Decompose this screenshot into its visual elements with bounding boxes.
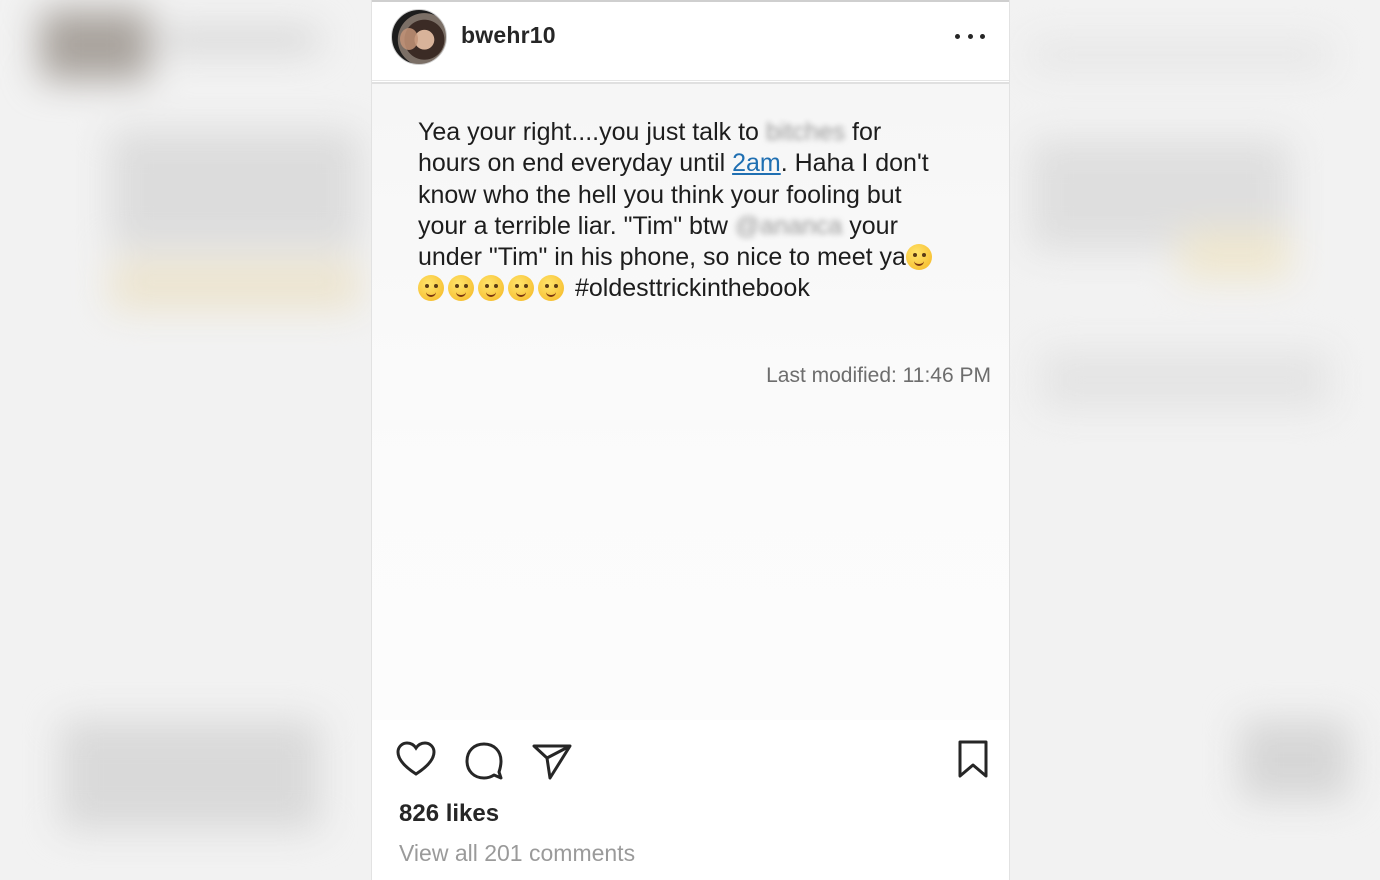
note-screenshot: Yea your right....you just talk to bitch… [372, 82, 1009, 720]
blurred-handle: @ananca [734, 211, 843, 240]
more-options-icon[interactable] [955, 24, 985, 48]
screenshot-stage: bwehr10 Yea your right....you just talk … [0, 0, 1380, 880]
laughing-emoji-icon [478, 275, 504, 302]
kissing-emoji-icon [538, 275, 564, 302]
time-link[interactable]: 2am [732, 149, 781, 177]
winking-emoji-icon [418, 275, 444, 302]
action-bar [372, 738, 1009, 788]
note-text: Yea your right....you just talk to bitch… [418, 117, 978, 305]
bookmark-icon[interactable] [955, 738, 991, 782]
send-icon[interactable] [530, 738, 574, 782]
kissing-emoji-icon [508, 275, 534, 302]
heart-icon[interactable] [394, 738, 438, 782]
blurred-word: bitches [765, 118, 846, 146]
username[interactable]: bwehr10 [461, 22, 556, 49]
likes-count[interactable]: 826 likes [399, 800, 499, 828]
comment-icon[interactable] [462, 738, 506, 782]
winking-emoji-icon [905, 244, 932, 271]
post-header: bwehr10 [372, 2, 1009, 81]
hashtag: #oldesttrickinthebook [574, 274, 810, 303]
last-modified: Last modified: 11:46 PM [766, 364, 991, 387]
laughing-emoji-icon [448, 275, 474, 302]
avatar[interactable] [391, 9, 447, 65]
view-comments-link[interactable]: View all 201 comments [399, 840, 635, 867]
instagram-post: bwehr10 Yea your right....you just talk … [371, 0, 1010, 880]
